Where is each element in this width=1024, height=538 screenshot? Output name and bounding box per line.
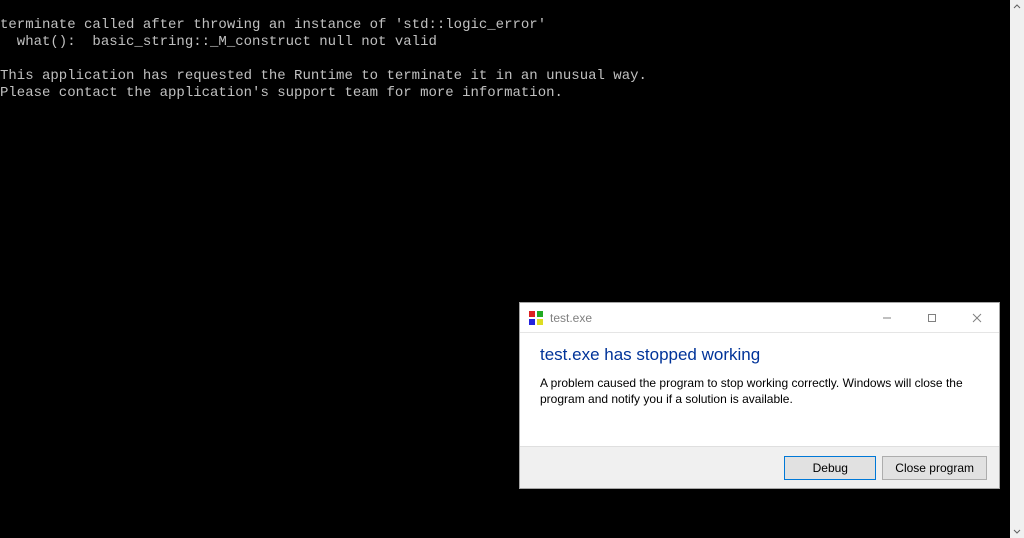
console-line: terminate called after throwing an insta… bbox=[0, 17, 546, 33]
scroll-down-arrow-icon[interactable] bbox=[1010, 524, 1024, 538]
dialog-title: test.exe bbox=[550, 311, 864, 325]
scroll-up-arrow-icon[interactable] bbox=[1010, 0, 1024, 14]
console-line: Please contact the application's support… bbox=[0, 85, 563, 101]
dialog-titlebar[interactable]: test.exe bbox=[520, 303, 999, 333]
dialog-content: test.exe has stopped working A problem c… bbox=[520, 333, 999, 446]
close-button[interactable] bbox=[954, 303, 999, 332]
app-icon bbox=[528, 310, 544, 326]
error-dialog: test.exe test.exe has stopped working A … bbox=[519, 302, 1000, 489]
console-line: what(): basic_string::_M_construct null … bbox=[0, 34, 437, 50]
dialog-footer: Debug Close program bbox=[520, 446, 999, 488]
debug-button[interactable]: Debug bbox=[784, 456, 876, 480]
console-line: This application has requested the Runti… bbox=[0, 68, 647, 84]
dialog-body: A problem caused the program to stop wor… bbox=[540, 375, 979, 407]
maximize-button[interactable] bbox=[909, 303, 954, 332]
vertical-scrollbar[interactable] bbox=[1010, 0, 1024, 538]
dialog-heading: test.exe has stopped working bbox=[540, 345, 979, 365]
close-program-button[interactable]: Close program bbox=[882, 456, 987, 480]
minimize-button[interactable] bbox=[864, 303, 909, 332]
